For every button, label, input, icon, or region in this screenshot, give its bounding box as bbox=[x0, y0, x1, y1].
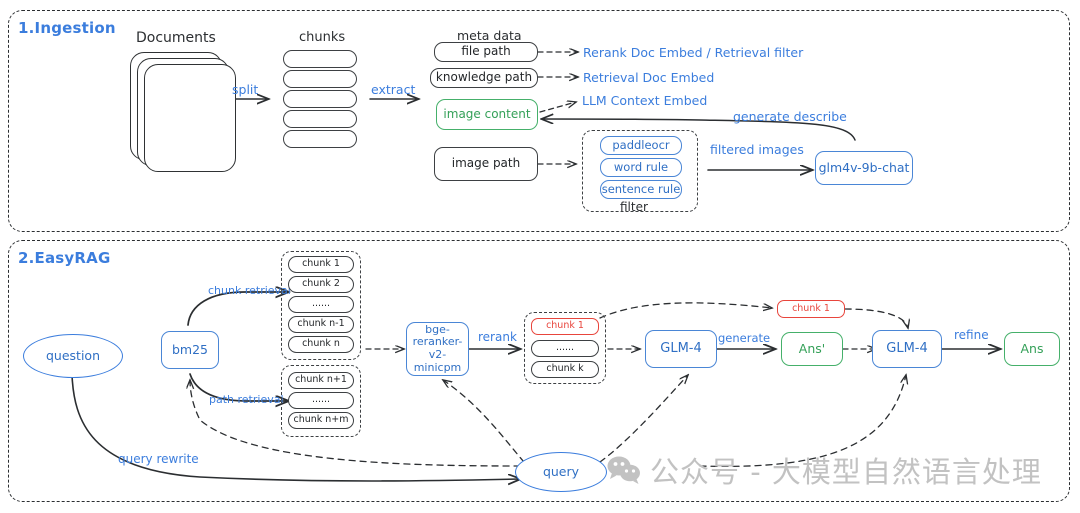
watermark: 公众号 - 大模型自然语言处理 bbox=[607, 449, 1042, 491]
llm-refine-node[interactable]: GLM-4 bbox=[872, 330, 942, 368]
filter-rule-paddleocr[interactable]: paddleocr bbox=[600, 136, 682, 155]
meta-data-label: meta data bbox=[457, 28, 522, 43]
embed-target-retrieval-doc-embed: Retrieval Doc Embed bbox=[583, 70, 715, 85]
document-sheet bbox=[144, 64, 236, 172]
refine-arrow-label: refine bbox=[954, 328, 989, 342]
embed-target-rerank-doc-embed: Rerank Doc Embed / Retrieval filter bbox=[583, 45, 804, 60]
bm25-node[interactable]: bm25 bbox=[161, 331, 219, 369]
path-retrieval-label: path retrieval bbox=[209, 393, 284, 406]
extract-arrow-label: extract bbox=[371, 82, 416, 97]
question-node[interactable]: question bbox=[23, 334, 123, 378]
wechat-icon bbox=[607, 456, 640, 484]
meta-box-file-path[interactable]: file path bbox=[434, 42, 538, 62]
filter-rule-word-rule[interactable]: word rule bbox=[600, 158, 682, 177]
watermark-text: 公众号 - 大模型自然语言处理 bbox=[650, 455, 1042, 489]
chunk-bar bbox=[283, 70, 357, 88]
reranked-chunk-top[interactable]: chunk 1 bbox=[531, 318, 599, 335]
section-title-ingestion: 1.Ingestion bbox=[18, 19, 116, 37]
diagram-canvas: 1.Ingestion 2.EasyRAG Documents split ch… bbox=[0, 0, 1080, 513]
generate-arrow-label: generate bbox=[718, 331, 771, 345]
chunk-item[interactable]: chunk n+m bbox=[288, 412, 354, 429]
chunk-bar bbox=[283, 90, 357, 108]
embed-target-llm-context-embed: LLM Context Embed bbox=[582, 93, 708, 108]
chunk-item[interactable]: chunk n+1 bbox=[288, 372, 354, 389]
vision-model-glm4v[interactable]: glm4v-9b-chat bbox=[815, 151, 913, 185]
query-rewrite-label: query rewrite bbox=[118, 452, 199, 466]
chunk-item[interactable]: ...... bbox=[288, 296, 354, 313]
meta-box-image-content[interactable]: image content bbox=[436, 99, 538, 130]
llm-generate-node[interactable]: GLM-4 bbox=[645, 330, 717, 368]
chunk-retrieval-label: chunk retrieval bbox=[208, 284, 291, 297]
chunk-bar bbox=[283, 130, 357, 148]
query-node[interactable]: query bbox=[515, 452, 607, 492]
chunk-item[interactable]: chunk n-1 bbox=[288, 316, 354, 333]
reranker-node[interactable]: bge- reranker-v2- minicpm bbox=[406, 322, 469, 376]
rerank-arrow-label: rerank bbox=[478, 330, 517, 344]
section-title-easyrag: 2.EasyRAG bbox=[18, 249, 111, 267]
chunk-bar bbox=[283, 50, 357, 68]
chunk-bar bbox=[283, 110, 357, 128]
filtered-images-label: filtered images bbox=[710, 142, 804, 157]
meta-box-image-path[interactable]: image path bbox=[434, 147, 538, 181]
answer-draft-node[interactable]: Ans' bbox=[781, 332, 843, 366]
chunk-item[interactable]: chunk 2 bbox=[288, 276, 354, 293]
chunk-item[interactable]: chunk 1 bbox=[288, 256, 354, 273]
chunk-item[interactable]: chunk n bbox=[288, 336, 354, 353]
generate-describe-label: generate describe bbox=[733, 109, 847, 124]
answer-final-node[interactable]: Ans bbox=[1004, 332, 1060, 366]
chunks-label: chunks bbox=[299, 30, 346, 45]
meta-box-knowledge-path[interactable]: knowledge path bbox=[430, 68, 538, 88]
reranked-chunk-item[interactable]: ...... bbox=[531, 340, 599, 357]
filter-group-label: filter bbox=[620, 200, 648, 214]
highlighted-chunk-1[interactable]: chunk 1 bbox=[777, 300, 845, 318]
filter-rule-sentence-rule[interactable]: sentence rule bbox=[600, 180, 682, 199]
chunk-item[interactable]: ...... bbox=[288, 392, 354, 409]
reranked-chunk-item[interactable]: chunk k bbox=[531, 361, 599, 378]
split-arrow-label: split bbox=[232, 82, 259, 97]
documents-label: Documents bbox=[136, 30, 216, 46]
